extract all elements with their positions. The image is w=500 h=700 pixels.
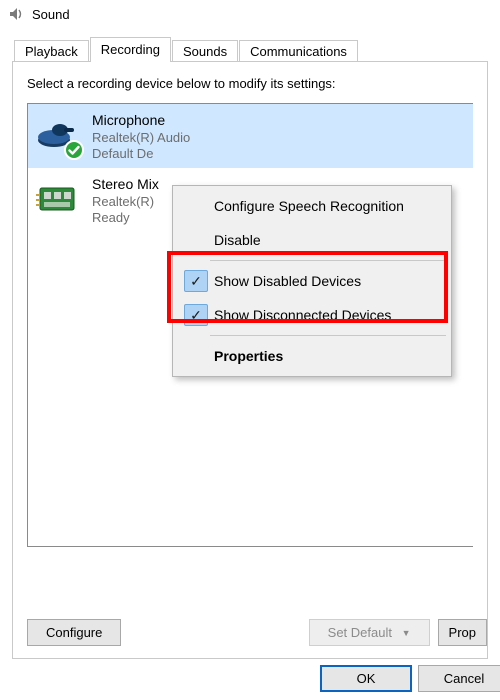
panel-buttons: Configure Set Default ▼ Prop: [27, 619, 487, 646]
set-default-label: Set Default: [328, 625, 392, 640]
titlebar: Sound: [0, 0, 500, 28]
menu-separator: [210, 335, 446, 336]
sound-icon: [8, 6, 24, 22]
chevron-down-icon: ▼: [402, 628, 411, 638]
check-icon: [184, 195, 208, 217]
menu-item-configure-speech[interactable]: Configure Speech Recognition: [176, 189, 448, 223]
tabs: Playback Recording Sounds Communications: [12, 36, 500, 61]
menu-item-disable[interactable]: Disable: [176, 223, 448, 257]
window-title: Sound: [32, 7, 70, 22]
properties-button[interactable]: Prop: [438, 619, 487, 646]
tab-communications[interactable]: Communications: [239, 40, 358, 63]
sound-window: Sound Playback Recording Sounds Communic…: [0, 0, 500, 700]
device-name: Microphone: [92, 112, 190, 130]
context-menu: Configure Speech Recognition Disable Sho…: [172, 185, 452, 377]
list-item[interactable]: Microphone Realtek(R) Audio Default De: [28, 104, 473, 168]
device-text: Stereo Mix Realtek(R) Ready: [92, 174, 159, 226]
check-icon: [184, 304, 208, 326]
default-check-icon: [64, 140, 84, 160]
tab-playback[interactable]: Playback: [14, 40, 89, 63]
check-icon: [184, 270, 208, 292]
device-text: Microphone Realtek(R) Audio Default De: [92, 110, 190, 162]
ok-button[interactable]: OK: [320, 665, 412, 692]
configure-button[interactable]: Configure: [27, 619, 121, 646]
menu-item-properties[interactable]: Properties: [176, 339, 448, 373]
device-status: Default De: [92, 146, 190, 162]
cancel-button[interactable]: Cancel: [418, 665, 500, 692]
stereo-mix-device-icon: [34, 174, 82, 222]
tab-sounds[interactable]: Sounds: [172, 40, 238, 63]
microphone-device-icon: [34, 110, 82, 158]
instruction-text: Select a recording device below to modif…: [27, 76, 473, 91]
menu-item-show-disconnected[interactable]: Show Disconnected Devices: [176, 298, 448, 332]
dialog-buttons: OK Cancel: [320, 665, 500, 692]
menu-item-show-disabled[interactable]: Show Disabled Devices: [176, 264, 448, 298]
tab-recording[interactable]: Recording: [90, 37, 171, 62]
device-driver: Realtek(R): [92, 194, 159, 210]
device-name: Stereo Mix: [92, 176, 159, 194]
device-status: Ready: [92, 210, 159, 226]
set-default-button[interactable]: Set Default ▼: [309, 619, 430, 646]
device-driver: Realtek(R) Audio: [92, 130, 190, 146]
check-icon: [184, 345, 208, 367]
menu-separator: [210, 260, 446, 261]
check-icon: [184, 229, 208, 251]
